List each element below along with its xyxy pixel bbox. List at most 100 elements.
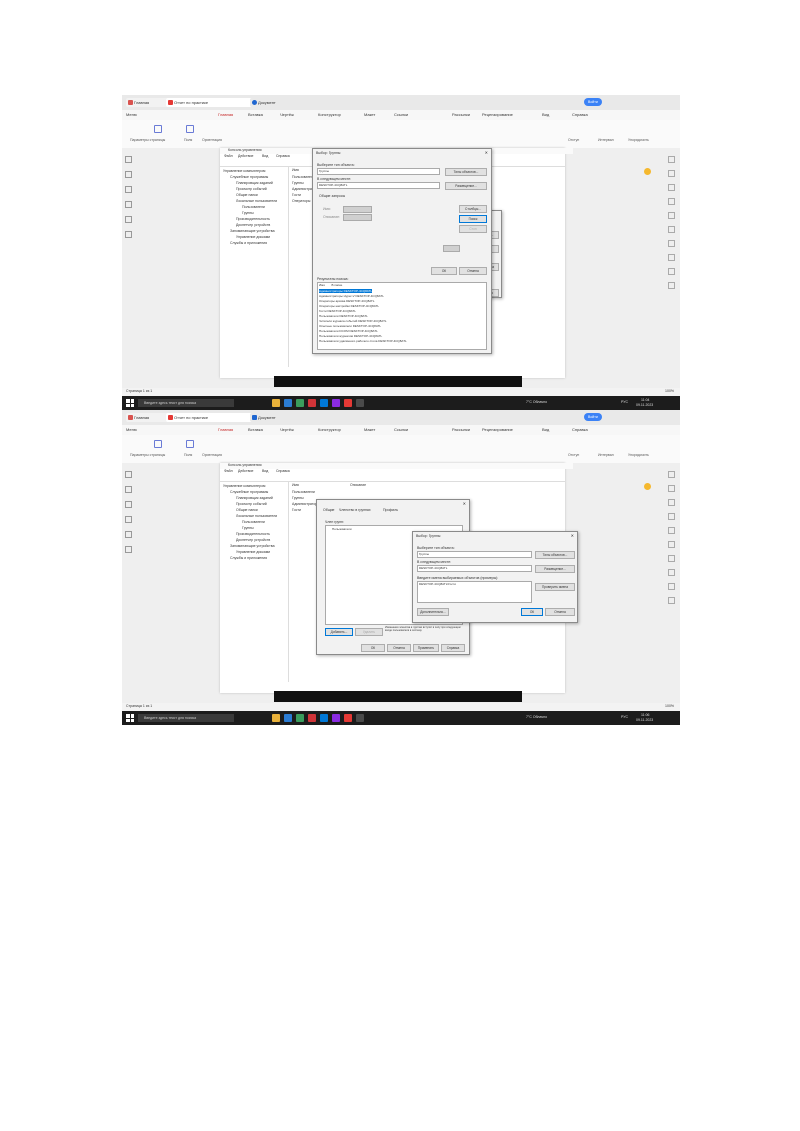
taskbar-search[interactable]: Введите здесь текст для поиска xyxy=(138,399,234,407)
common-queries-tab[interactable]: Общие запросы xyxy=(319,194,345,198)
pdf-icon[interactable] xyxy=(344,714,352,722)
close-icon[interactable]: ✕ xyxy=(571,533,574,538)
ribbon-button[interactable]: Поля xyxy=(184,138,192,142)
thumbnail-icon[interactable] xyxy=(125,171,132,178)
menu-item[interactable]: Меню xyxy=(126,427,137,432)
tree-item[interactable]: Пользователи xyxy=(242,205,265,209)
menu-item[interactable]: Справка xyxy=(572,427,588,432)
tool-icon[interactable] xyxy=(668,268,675,275)
tree-item[interactable]: Управление дисками xyxy=(236,550,270,554)
pdf-icon[interactable] xyxy=(344,399,352,407)
ribbon-button[interactable]: Ориентация xyxy=(202,453,222,457)
columns-button[interactable]: Столбцы... xyxy=(459,205,487,213)
chrome-icon[interactable] xyxy=(296,399,304,407)
mmc-menu-item[interactable]: Вид xyxy=(262,469,268,473)
attach-icon[interactable] xyxy=(125,216,132,223)
tree-item[interactable]: Служебные программы xyxy=(230,175,268,179)
clock-time[interactable]: 11:06 xyxy=(641,713,650,717)
assistant-icon[interactable] xyxy=(644,483,651,490)
mmc-menu-item[interactable]: Действие xyxy=(238,154,253,158)
tab-document[interactable]: Документ xyxy=(250,98,348,107)
ok-button[interactable]: ОК xyxy=(431,267,457,275)
search-icon[interactable] xyxy=(125,516,132,523)
outline-icon[interactable] xyxy=(125,471,132,478)
ribbon-button[interactable]: Отступ xyxy=(568,138,579,142)
language-indicator[interactable]: РУС xyxy=(621,715,628,719)
tool-icon[interactable] xyxy=(668,254,675,261)
tool-icon[interactable] xyxy=(668,184,675,191)
menu-item[interactable]: Вид xyxy=(542,112,549,117)
cancel-button[interactable]: Отмена xyxy=(459,267,487,275)
clock-date[interactable]: 09.11.2023 xyxy=(636,718,653,722)
advanced-button[interactable]: Дополнительно... xyxy=(417,608,449,616)
mmc-menu-item[interactable]: Справка xyxy=(276,469,290,473)
settings-icon[interactable] xyxy=(356,714,364,722)
name-filter[interactable] xyxy=(343,206,372,213)
locations-button[interactable]: Размещение... xyxy=(445,182,487,190)
tab-report[interactable]: Отчет по практике xyxy=(166,98,252,107)
tree-item[interactable]: Общие папки xyxy=(236,193,258,197)
menu-item[interactable]: Макет xyxy=(364,112,375,117)
search-icon[interactable] xyxy=(125,201,132,208)
tool-icon[interactable] xyxy=(668,156,675,163)
tree-item[interactable]: Просмотр событий xyxy=(236,187,267,191)
menu-item[interactable]: Главная xyxy=(218,427,233,432)
table-row[interactable]: Пользователи удалённого рабочего стола D… xyxy=(319,339,407,343)
tree-item[interactable]: Локальные пользователи xyxy=(236,514,277,518)
mmc-menu-item[interactable]: Вид xyxy=(262,154,268,158)
weather-label[interactable]: 7°C Облачно xyxy=(526,400,547,404)
clock-time[interactable]: 11:04 xyxy=(641,398,650,402)
explorer-icon[interactable] xyxy=(272,399,280,407)
app-icon[interactable] xyxy=(308,399,316,407)
mail-icon[interactable] xyxy=(320,714,328,722)
mmc-menu-item[interactable]: Файл xyxy=(224,469,233,473)
app-icon[interactable] xyxy=(308,714,316,722)
clock-date[interactable]: 09.11.2023 xyxy=(636,403,653,407)
ribbon-button[interactable]: Интервал xyxy=(598,138,614,142)
stop-button[interactable]: Стоп xyxy=(459,225,487,233)
sign-in-button[interactable]: Войти xyxy=(584,98,602,106)
close-icon[interactable]: ✕ xyxy=(463,501,466,506)
table-row[interactable]: Администраторы DESKTOP-4CQ8ATL xyxy=(319,289,373,293)
tree-item[interactable]: Управление компьютером xyxy=(223,169,265,173)
menu-item[interactable]: Вставка xyxy=(248,427,263,432)
tool-icon[interactable] xyxy=(668,240,675,247)
menu-item[interactable]: Вставка xyxy=(248,112,263,117)
mmc-menu-item[interactable]: Файл xyxy=(224,154,233,158)
description-filter[interactable] xyxy=(343,214,372,221)
tool-icon[interactable] xyxy=(668,499,675,506)
add-button[interactable]: Добавить... xyxy=(325,628,353,636)
tab-document[interactable]: Документ xyxy=(250,413,348,422)
outline-icon[interactable] xyxy=(125,156,132,163)
menu-item[interactable]: Чертёж xyxy=(280,427,294,432)
cancel-button[interactable]: Отмена xyxy=(545,608,575,616)
table-row[interactable]: Пользователи DCOM DESKTOP-4CQ8ATL xyxy=(319,329,378,333)
tool-icon[interactable] xyxy=(668,282,675,289)
app-icon[interactable] xyxy=(332,399,340,407)
table-row[interactable]: Операторы архива DESKTOP-4CQ8ATL xyxy=(319,299,375,303)
list-item[interactable]: Операторы xyxy=(292,199,310,203)
tree-item[interactable]: Пользователи xyxy=(242,520,265,524)
menu-item[interactable]: Чертёж xyxy=(280,112,294,117)
tree-item[interactable]: Управление компьютером xyxy=(223,484,265,488)
tool-icon[interactable] xyxy=(668,226,675,233)
find-button[interactable]: Поиск xyxy=(459,215,487,223)
tree-item[interactable]: Локальные пользователи xyxy=(236,199,277,203)
object-types-button[interactable]: Типы объектов... xyxy=(535,551,575,559)
tree-item[interactable]: Служебные программы xyxy=(230,490,268,494)
ribbon-button[interactable]: Ориентация xyxy=(202,138,222,142)
list-item[interactable]: Пользователи xyxy=(332,527,352,531)
object-types-button[interactable]: Типы объектов... xyxy=(445,168,487,176)
menu-item[interactable]: Ссылки xyxy=(394,112,408,117)
menu-item[interactable]: Вид xyxy=(542,427,549,432)
list-item[interactable]: Гости xyxy=(292,508,301,512)
tree-item[interactable]: Диспетчер устройств xyxy=(236,223,270,227)
comment-icon[interactable] xyxy=(125,186,132,193)
tab-member-of[interactable]: Членство в группах xyxy=(339,508,371,512)
ribbon-button[interactable]: Упорядочить xyxy=(628,138,649,142)
tool-icon[interactable] xyxy=(668,170,675,177)
remove-button[interactable]: Удалить xyxy=(355,628,383,636)
ribbon-button[interactable]: Отступ xyxy=(568,453,579,457)
sign-in-button[interactable]: Войти xyxy=(584,413,602,421)
tree-item[interactable]: Производительность xyxy=(236,532,270,536)
